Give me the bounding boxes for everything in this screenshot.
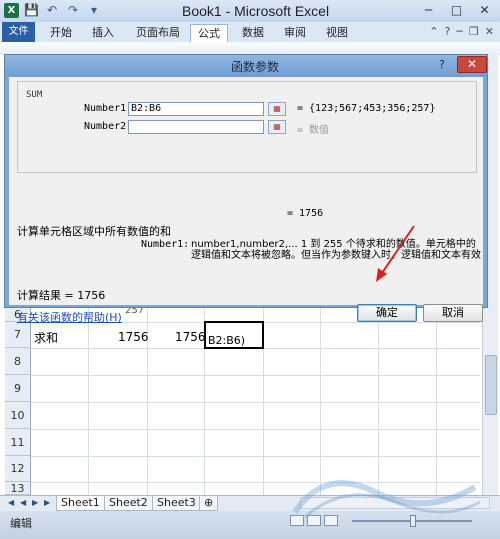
- number1-label: Number1: [84, 103, 127, 114]
- number2-label: Number2: [84, 121, 127, 132]
- excel-app-icon[interactable]: X: [4, 3, 19, 18]
- cancel-button[interactable]: 取消: [423, 304, 483, 322]
- tab-file[interactable]: 文件: [2, 22, 35, 42]
- dialog-help-icon[interactable]: ?: [439, 58, 445, 71]
- doc-minimize-icon[interactable]: ─: [456, 25, 463, 38]
- grid-line: [31, 456, 480, 457]
- cell-a7[interactable]: 求和: [34, 329, 58, 346]
- save-icon[interactable]: 💾: [24, 3, 39, 18]
- grid-line: [31, 375, 480, 376]
- ribbon-tabs: 文件 开始 插入 页面布局 公式 数据 审阅 视图 ⌃ ? ─ ❐ ✕: [0, 22, 500, 42]
- formula-result: = 1756: [287, 208, 324, 219]
- tab-insert[interactable]: 插入: [84, 24, 122, 42]
- red-arrow-annotation-icon: [376, 225, 415, 282]
- help-icon[interactable]: ?: [444, 25, 450, 38]
- grid-line: [31, 429, 480, 430]
- function-description: 计算单元格区域中所有数值的和: [17, 225, 171, 238]
- cell-b7[interactable]: 1756: [118, 330, 149, 344]
- tab-data[interactable]: 数据: [234, 24, 272, 42]
- tab-view[interactable]: 视图: [318, 24, 356, 42]
- grid-line: [31, 402, 480, 403]
- argument-description-label: Number1:: [141, 239, 190, 250]
- tab-review[interactable]: 审阅: [276, 24, 314, 42]
- arguments-group: SUM Number1 B2:B6 ▦ = {123;567;453;356;2…: [17, 81, 477, 173]
- status-mode: 编辑: [10, 517, 32, 530]
- argument-description-text: number1,number2,... 1 到 255 个待求和的数值。单元格中…: [191, 239, 481, 261]
- cell-c7[interactable]: 1756: [175, 330, 206, 344]
- grid-line: [88, 307, 89, 495]
- number1-result: = {123;567;453;356;257}: [297, 103, 436, 114]
- row-header-8[interactable]: 8: [5, 348, 31, 375]
- tab-home[interactable]: 开始: [42, 24, 80, 42]
- number2-input[interactable]: [128, 120, 264, 134]
- row-header-9[interactable]: 9: [5, 375, 31, 402]
- function-help-link[interactable]: 有关该函数的帮助(H): [17, 309, 122, 325]
- title-bar: X 💾 ↶ ↷ ▾ Book1 - Microsoft Excel ─ □ ✕: [0, 0, 500, 22]
- first-sheet-icon[interactable]: ◀: [8, 498, 14, 507]
- redo-icon[interactable]: ↷: [66, 3, 80, 18]
- active-cell-d7[interactable]: B2:B6): [204, 321, 264, 349]
- undo-icon[interactable]: ↶: [45, 3, 59, 18]
- function-name: SUM: [26, 90, 43, 100]
- customize-qat-icon[interactable]: ▾: [87, 3, 101, 18]
- doc-close-icon[interactable]: ✕: [485, 25, 494, 38]
- row-header-11[interactable]: 11: [5, 429, 31, 456]
- window-title: Book1 - Microsoft Excel: [182, 3, 330, 19]
- close-window-button[interactable]: ✕: [471, 0, 498, 20]
- dialog-close-button[interactable]: ✕: [457, 56, 487, 73]
- number1-collapse-icon[interactable]: ▦: [268, 102, 286, 116]
- tab-formulas[interactable]: 公式: [190, 24, 228, 42]
- doc-restore-icon[interactable]: ❐: [469, 25, 479, 38]
- number2-result: = 数值: [297, 125, 330, 136]
- row-header-7[interactable]: 7: [5, 322, 31, 348]
- number2-collapse-icon[interactable]: ▦: [268, 120, 286, 134]
- last-sheet-icon[interactable]: ▶: [44, 498, 50, 507]
- quick-access-toolbar: 💾 ↶ ↷ ▾: [24, 3, 101, 18]
- next-sheet-icon[interactable]: ▶: [32, 498, 38, 507]
- sheet-tab-sheet1[interactable]: Sheet1: [56, 496, 105, 511]
- argument-description: Number1: number1,number2,... 1 到 255 个待求…: [141, 239, 481, 261]
- dialog-title: 函数参数: [231, 60, 280, 74]
- row-header-13[interactable]: 13: [5, 482, 31, 495]
- sheet-tab-sheet3[interactable]: Sheet3: [152, 496, 201, 511]
- row-header-10[interactable]: 10: [5, 402, 31, 429]
- row-header-12[interactable]: 12: [5, 456, 31, 482]
- maximize-button[interactable]: □: [443, 0, 470, 20]
- sheet-tab-sheet2[interactable]: Sheet2: [104, 496, 153, 511]
- tab-page-layout[interactable]: 页面布局: [128, 24, 188, 42]
- vertical-scroll-thumb[interactable]: [485, 355, 497, 415]
- watermark-logo-icon: [292, 480, 481, 519]
- dialog-title-bar: 函数参数 ? ✕: [5, 55, 487, 77]
- calculation-result: 计算结果 = 1756: [17, 289, 106, 302]
- prev-sheet-icon[interactable]: ◀: [20, 498, 26, 507]
- insert-sheet-icon[interactable]: ⊕: [199, 496, 219, 511]
- ribbon-help-controls: ⌃ ? ─ ❐ ✕: [429, 25, 494, 38]
- collapse-ribbon-icon[interactable]: ⌃: [429, 25, 438, 38]
- ok-button[interactable]: 确定: [357, 304, 417, 322]
- number1-input[interactable]: B2:B6: [128, 102, 264, 116]
- minimize-button[interactable]: ─: [415, 0, 442, 20]
